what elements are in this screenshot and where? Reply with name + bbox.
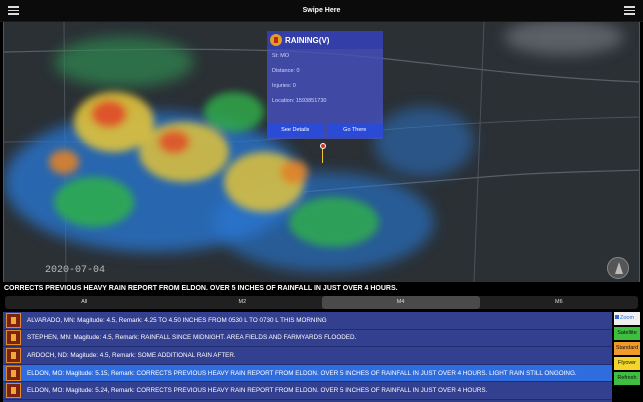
event-popup: RAINING(V) St: MO Distance: 0 Injuries: …: [267, 31, 383, 139]
report-list: ALVARADO, MN: Magitude: 4.5, Remark: 4.2…: [3, 312, 612, 402]
tab-m6[interactable]: M6: [480, 296, 638, 309]
popup-injuries: Injuries: 0: [272, 83, 296, 89]
ticker-text: CORRECTS PREVIOUS HEAVY RAIN REPORT FROM…: [0, 283, 643, 294]
popup-distance: Distance: 0: [272, 68, 300, 74]
list-item[interactable]: ARDOCH, ND: Magitude: 4.5, Remark: SOME …: [3, 347, 612, 365]
map-date: 2020-07-04: [45, 265, 106, 276]
report-text: ALVARADO, MN: Magitude: 4.5, Remark: 4.2…: [27, 316, 327, 324]
standard-button[interactable]: Standard: [614, 342, 640, 355]
report-text: ARDOCH, ND: Magitude: 4.5, Remark: SOME …: [27, 351, 236, 359]
report-text: ELDON, MO: Magitude: 5.24, Remark: CORRE…: [27, 387, 488, 395]
top-bar: Swipe Here: [0, 0, 643, 22]
rain-report-icon: [6, 365, 21, 381]
popup-title: RAINING(V): [285, 35, 330, 45]
map-controls: Zoom Satellite Standard Flyover Refresh: [614, 312, 640, 387]
list-item-selected[interactable]: ELDON, MO: Magitude: 5.15, Remark: CORRE…: [3, 364, 612, 383]
zoom-label: Zoom: [620, 315, 635, 321]
zoom-button[interactable]: Zoom: [614, 312, 640, 325]
refresh-button[interactable]: Refresh: [614, 372, 640, 385]
tab-m2[interactable]: M2: [163, 296, 321, 309]
list-item[interactable]: ELDON, MO: Magitude: 5.24, Remark: CORRE…: [3, 382, 612, 400]
list-icon[interactable]: [8, 6, 19, 16]
zoom-icon: [615, 315, 619, 319]
tab-all[interactable]: All: [5, 296, 163, 309]
location-pin-icon[interactable]: [320, 143, 326, 149]
report-text: STEPHEN, MN: Magitude: 4.5, Remark: RAIN…: [27, 334, 357, 342]
pin-line: [322, 149, 323, 163]
rain-report-icon: [6, 383, 21, 399]
tab-m4[interactable]: M4: [321, 296, 480, 309]
popup-location: Location: 1593851730: [272, 98, 327, 104]
popup-header: RAINING(V): [267, 31, 383, 49]
compass-icon[interactable]: [607, 257, 629, 279]
report-text: ELDON, MO: Magitude: 5.15, Remark: CORRE…: [27, 369, 577, 377]
rain-report-icon: [6, 330, 21, 346]
rain-report-icon: [6, 312, 21, 328]
list-item[interactable]: STEPHEN, MN: Magitude: 4.5, Remark: RAIN…: [3, 329, 612, 348]
see-details-button[interactable]: See Details: [267, 124, 324, 137]
list-item[interactable]: ALVARADO, MN: Magitude: 4.5, Remark: 4.2…: [3, 312, 612, 330]
list-icon[interactable]: [624, 6, 635, 16]
go-there-button[interactable]: Go There: [326, 124, 383, 137]
rain-badge-icon: [270, 34, 282, 46]
satellite-button[interactable]: Satellite: [614, 327, 640, 340]
rain-report-icon: [6, 347, 21, 363]
popup-state: St: MO: [272, 53, 290, 59]
flyover-button[interactable]: Flyover: [614, 357, 640, 370]
swipe-here-title[interactable]: Swipe Here: [303, 7, 341, 14]
magnitude-tabs: All M2 M4 M6: [5, 296, 638, 309]
